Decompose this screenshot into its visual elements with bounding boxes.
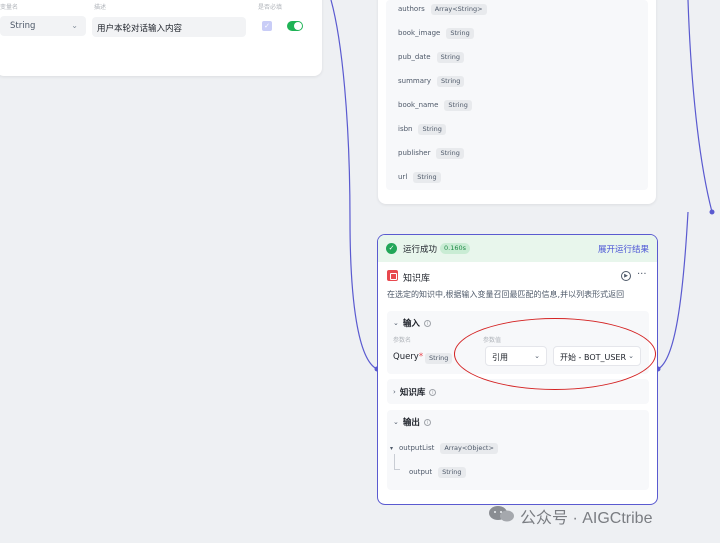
more-options-icon[interactable]: ··· <box>637 269 647 280</box>
field-row: isbn String <box>398 123 446 135</box>
run-status-text: 运行成功 <box>403 245 438 255</box>
caret-down-icon: ▾ <box>390 444 394 452</box>
output-section: ⌄ 输出 i ▾ outputList Array<Object> output… <box>387 410 649 490</box>
connector-top-right-wire <box>687 0 713 213</box>
output-item-type: String <box>438 466 466 478</box>
expand-results-link[interactable]: 展开运行结果 <box>598 243 649 255</box>
field-row: authors Array<String> <box>398 3 487 15</box>
enable-toggle[interactable] <box>287 21 303 31</box>
param-name: Query <box>393 352 419 362</box>
connector-right-wire <box>657 211 689 370</box>
field-type-tag: String <box>418 123 446 135</box>
run-status-bar: ✓ 运行成功 0.160s 展开运行结果 <box>378 235 657 262</box>
watermark-text: 公众号 · AIGCtribe <box>520 510 653 527</box>
field-row: book_image String <box>398 27 474 39</box>
field-name: publisher <box>398 149 431 157</box>
field-type-tag: Array<String> <box>430 3 487 15</box>
output-item[interactable]: ▾ outputList Array<Object> <box>390 442 498 454</box>
field-row: book_name String <box>398 99 472 111</box>
field-type-tag: String <box>444 99 472 111</box>
field-type-tag: String <box>437 75 465 87</box>
field-row: summary String <box>398 75 465 87</box>
field-row: url String <box>398 171 441 183</box>
type-select-value: String <box>10 21 36 31</box>
input-section-title: 输入 <box>402 319 420 329</box>
param-query-label: Query* <box>393 352 423 362</box>
field-name: authors <box>398 5 425 13</box>
field-row: pub_date String <box>398 51 465 63</box>
start-node-card[interactable]: 变量名 描述 是否必填 String ⌄ 用户本轮对话输入内容 ✓ <box>0 0 322 76</box>
knowledge-section-header[interactable]: › 知识库 i <box>393 386 437 398</box>
field-name: book_image <box>398 29 441 37</box>
type-select[interactable]: String ⌄ <box>0 16 86 36</box>
wechat-icon <box>489 506 514 522</box>
input-section-header[interactable]: ⌄ 输入 i <box>393 317 431 329</box>
chevron-down-icon: ⌄ <box>393 319 399 327</box>
info-icon: i <box>423 418 431 426</box>
field-name: book_name <box>398 101 439 109</box>
run-time-badge: 0.160s <box>440 243 470 254</box>
knowledge-section-title: 知识库 <box>399 388 426 398</box>
node-description: 在选定的知识中,根据输入变量召回最匹配的信息,并以列表形式返回 <box>387 290 625 299</box>
col-header-description: 描述 <box>94 4 107 11</box>
field-type-tag: String <box>413 171 441 183</box>
success-check-icon: ✓ <box>386 243 397 254</box>
output-item-name: output <box>409 468 433 476</box>
output-fields-panel: authors Array<String> book_image String … <box>386 0 648 190</box>
field-name: isbn <box>398 125 413 133</box>
node-title: 知识库 <box>403 274 431 284</box>
field-type-tag: String <box>436 147 464 159</box>
description-value: 用户本轮对话输入内容 <box>97 24 183 34</box>
field-name: url <box>398 173 408 181</box>
connector-port-right <box>709 209 715 215</box>
param-name-header: 参数名 <box>393 337 412 344</box>
chevron-down-icon: ⌄ <box>393 418 399 426</box>
tree-connector <box>394 454 400 470</box>
col-header-variable: 变量名 <box>0 4 19 11</box>
play-icon[interactable]: ▶ <box>621 271 631 281</box>
knowledge-base-icon <box>387 270 398 281</box>
field-type-tag: String <box>446 27 474 39</box>
info-icon: i <box>429 388 437 396</box>
highlight-ellipse <box>454 318 656 390</box>
output-item-name: outputList <box>399 444 435 452</box>
output-section-header[interactable]: ⌄ 输出 i <box>393 416 431 428</box>
output-item: output String <box>409 466 466 478</box>
required-mark: * <box>418 352 424 362</box>
description-input[interactable]: 用户本轮对话输入内容 <box>92 17 246 37</box>
field-type-tag: String <box>436 51 465 63</box>
chevron-down-icon: ⌄ <box>71 21 78 30</box>
param-type-tag: String <box>425 353 453 364</box>
field-name: pub_date <box>398 53 431 61</box>
field-name: summary <box>398 77 432 85</box>
col-header-required: 是否必填 <box>258 4 283 11</box>
info-icon: i <box>423 319 431 327</box>
output-section-title: 输出 <box>402 418 420 428</box>
previous-node-card[interactable]: authors Array<String> book_image String … <box>378 0 656 204</box>
chevron-right-icon: › <box>393 388 396 396</box>
required-checkbox[interactable]: ✓ <box>262 21 272 31</box>
connector-left-wire <box>330 0 378 370</box>
field-row: publisher String <box>398 147 464 159</box>
output-item-type: Array<Object> <box>440 442 498 454</box>
